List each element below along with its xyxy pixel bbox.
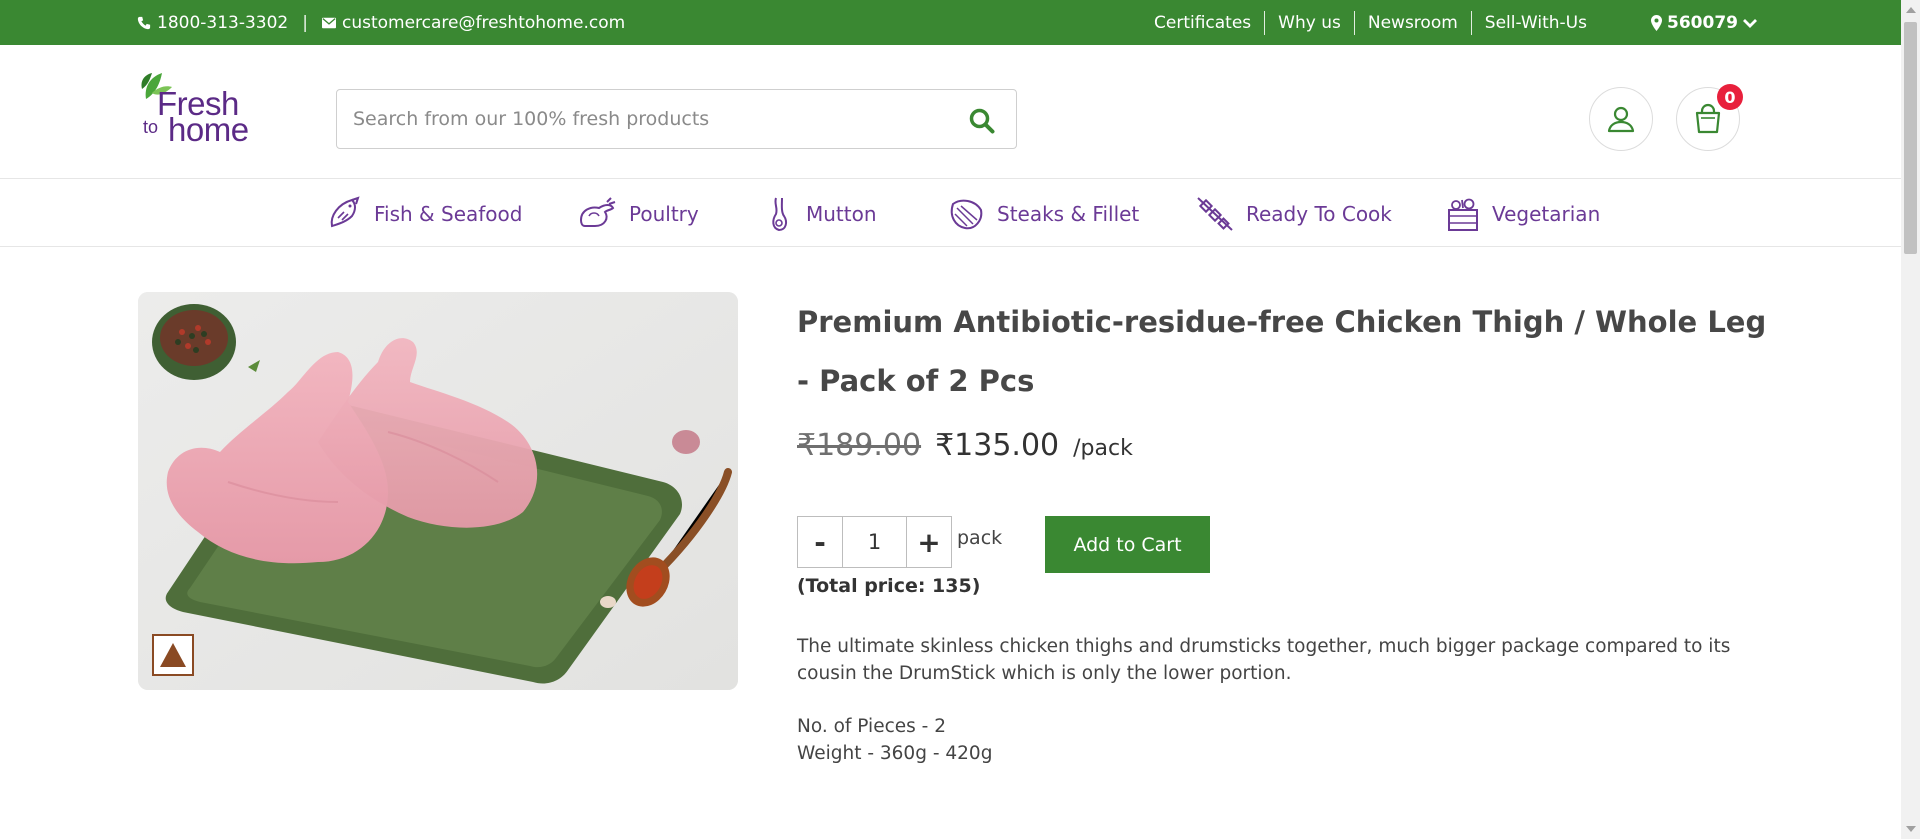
category-label: Mutton: [806, 202, 877, 226]
phone-contact[interactable]: 1800-313-3302: [137, 13, 288, 33]
newsroom-link[interactable]: Newsroom: [1353, 10, 1471, 35]
quantity-unit-label: pack: [957, 527, 1003, 549]
scroll-down-arrow-icon[interactable]: [1906, 826, 1916, 832]
quantity-input[interactable]: [843, 517, 906, 567]
category-mutton[interactable]: Mutton: [764, 194, 877, 234]
category-label: Steaks & Fillet: [997, 202, 1140, 226]
original-price: ₹189.00: [797, 428, 922, 463]
product-image[interactable]: [138, 292, 738, 690]
price-block: ₹189.00 ₹135.00 /pack: [797, 428, 1133, 463]
category-poultry[interactable]: Poultry: [577, 194, 699, 234]
pieces-count: No. of Pieces - 2: [797, 716, 946, 737]
logo-text-to: to: [143, 117, 159, 137]
chicken-icon: [579, 197, 616, 227]
contact-separator: |: [302, 12, 308, 33]
decrease-quantity-button[interactable]: -: [798, 517, 842, 567]
pincode-value: 560079: [1667, 12, 1738, 33]
chevron-down-icon: [1742, 18, 1757, 28]
why-us-link[interactable]: Why us: [1264, 10, 1354, 35]
total-price: (Total price: 135): [797, 575, 981, 597]
product-title: Premium Antibiotic-residue-free Chicken …: [797, 305, 1767, 398]
page-scrollbar[interactable]: [1901, 0, 1920, 839]
user-icon: [1607, 106, 1635, 133]
increase-quantity-button[interactable]: +: [907, 517, 951, 567]
fish-icon: [330, 196, 360, 228]
contact-info: 1800-313-3302 | customercare@freshtohome…: [137, 0, 625, 45]
steak-icon: [950, 199, 983, 230]
site-header: Fresh to home 0: [0, 45, 1901, 179]
top-links: Certificates Why us Newsroom Sell-With-U…: [1141, 0, 1600, 45]
phone-icon: [137, 16, 151, 29]
current-price: ₹135.00: [935, 428, 1060, 463]
cart-button[interactable]: 0: [1676, 84, 1743, 151]
price-unit: /pack: [1073, 436, 1133, 461]
category-steaks-fillet[interactable]: Steaks & Fillet: [947, 194, 1139, 234]
account-button[interactable]: [1589, 87, 1653, 151]
category-fish-seafood[interactable]: Fish & Seafood: [326, 194, 522, 234]
scroll-up-arrow-icon[interactable]: [1906, 7, 1916, 13]
search-icon[interactable]: [968, 107, 996, 135]
freshtohome-logo[interactable]: Fresh to home: [138, 69, 258, 149]
scrollbar-thumb[interactable]: [1904, 22, 1917, 254]
shopping-bag-icon: [1695, 103, 1721, 134]
category-label: Fish & Seafood: [374, 202, 523, 226]
certificates-link[interactable]: Certificates: [1141, 11, 1264, 35]
skewer-icon: [1197, 197, 1233, 231]
cart-count-badge: 0: [1717, 84, 1743, 110]
category-vegetarian[interactable]: Vegetarian: [1446, 194, 1600, 234]
email-contact[interactable]: customercare@freshtohome.com: [321, 13, 625, 33]
product-description: The ultimate skinless chicken thighs and…: [797, 636, 1731, 684]
location-pin-icon: [1651, 14, 1662, 31]
envelope-icon: [321, 17, 336, 28]
category-label: Ready To Cook: [1246, 202, 1392, 226]
logo-text-home: home: [168, 111, 249, 148]
chicken-leg-photo: [138, 292, 738, 690]
non-veg-mark-icon: [152, 634, 194, 676]
product-specs: No. of Pieces - 2 Weight - 360g - 420g: [797, 713, 992, 767]
quantity-field: [842, 517, 907, 567]
search-bar: [336, 89, 1017, 149]
top-bar: 1800-313-3302 | customercare@freshtohome…: [0, 0, 1901, 45]
add-to-cart-button[interactable]: Add to Cart: [1045, 516, 1210, 573]
category-nav: Fish & Seafood Poultry Mutton Steaks & F…: [0, 180, 1901, 247]
mutton-leg-icon: [772, 197, 788, 232]
pincode-selector[interactable]: 560079: [1651, 0, 1757, 45]
weight-range: Weight - 360g - 420g: [797, 743, 993, 764]
search-input[interactable]: [353, 90, 943, 148]
quantity-stepper: - +: [797, 516, 952, 568]
category-label: Poultry: [629, 202, 699, 226]
vegetable-basket-icon: [1448, 198, 1478, 231]
sell-with-us-link[interactable]: Sell-With-Us: [1470, 10, 1600, 35]
category-label: Vegetarian: [1492, 202, 1601, 226]
category-ready-to-cook[interactable]: Ready To Cook: [1196, 194, 1392, 234]
